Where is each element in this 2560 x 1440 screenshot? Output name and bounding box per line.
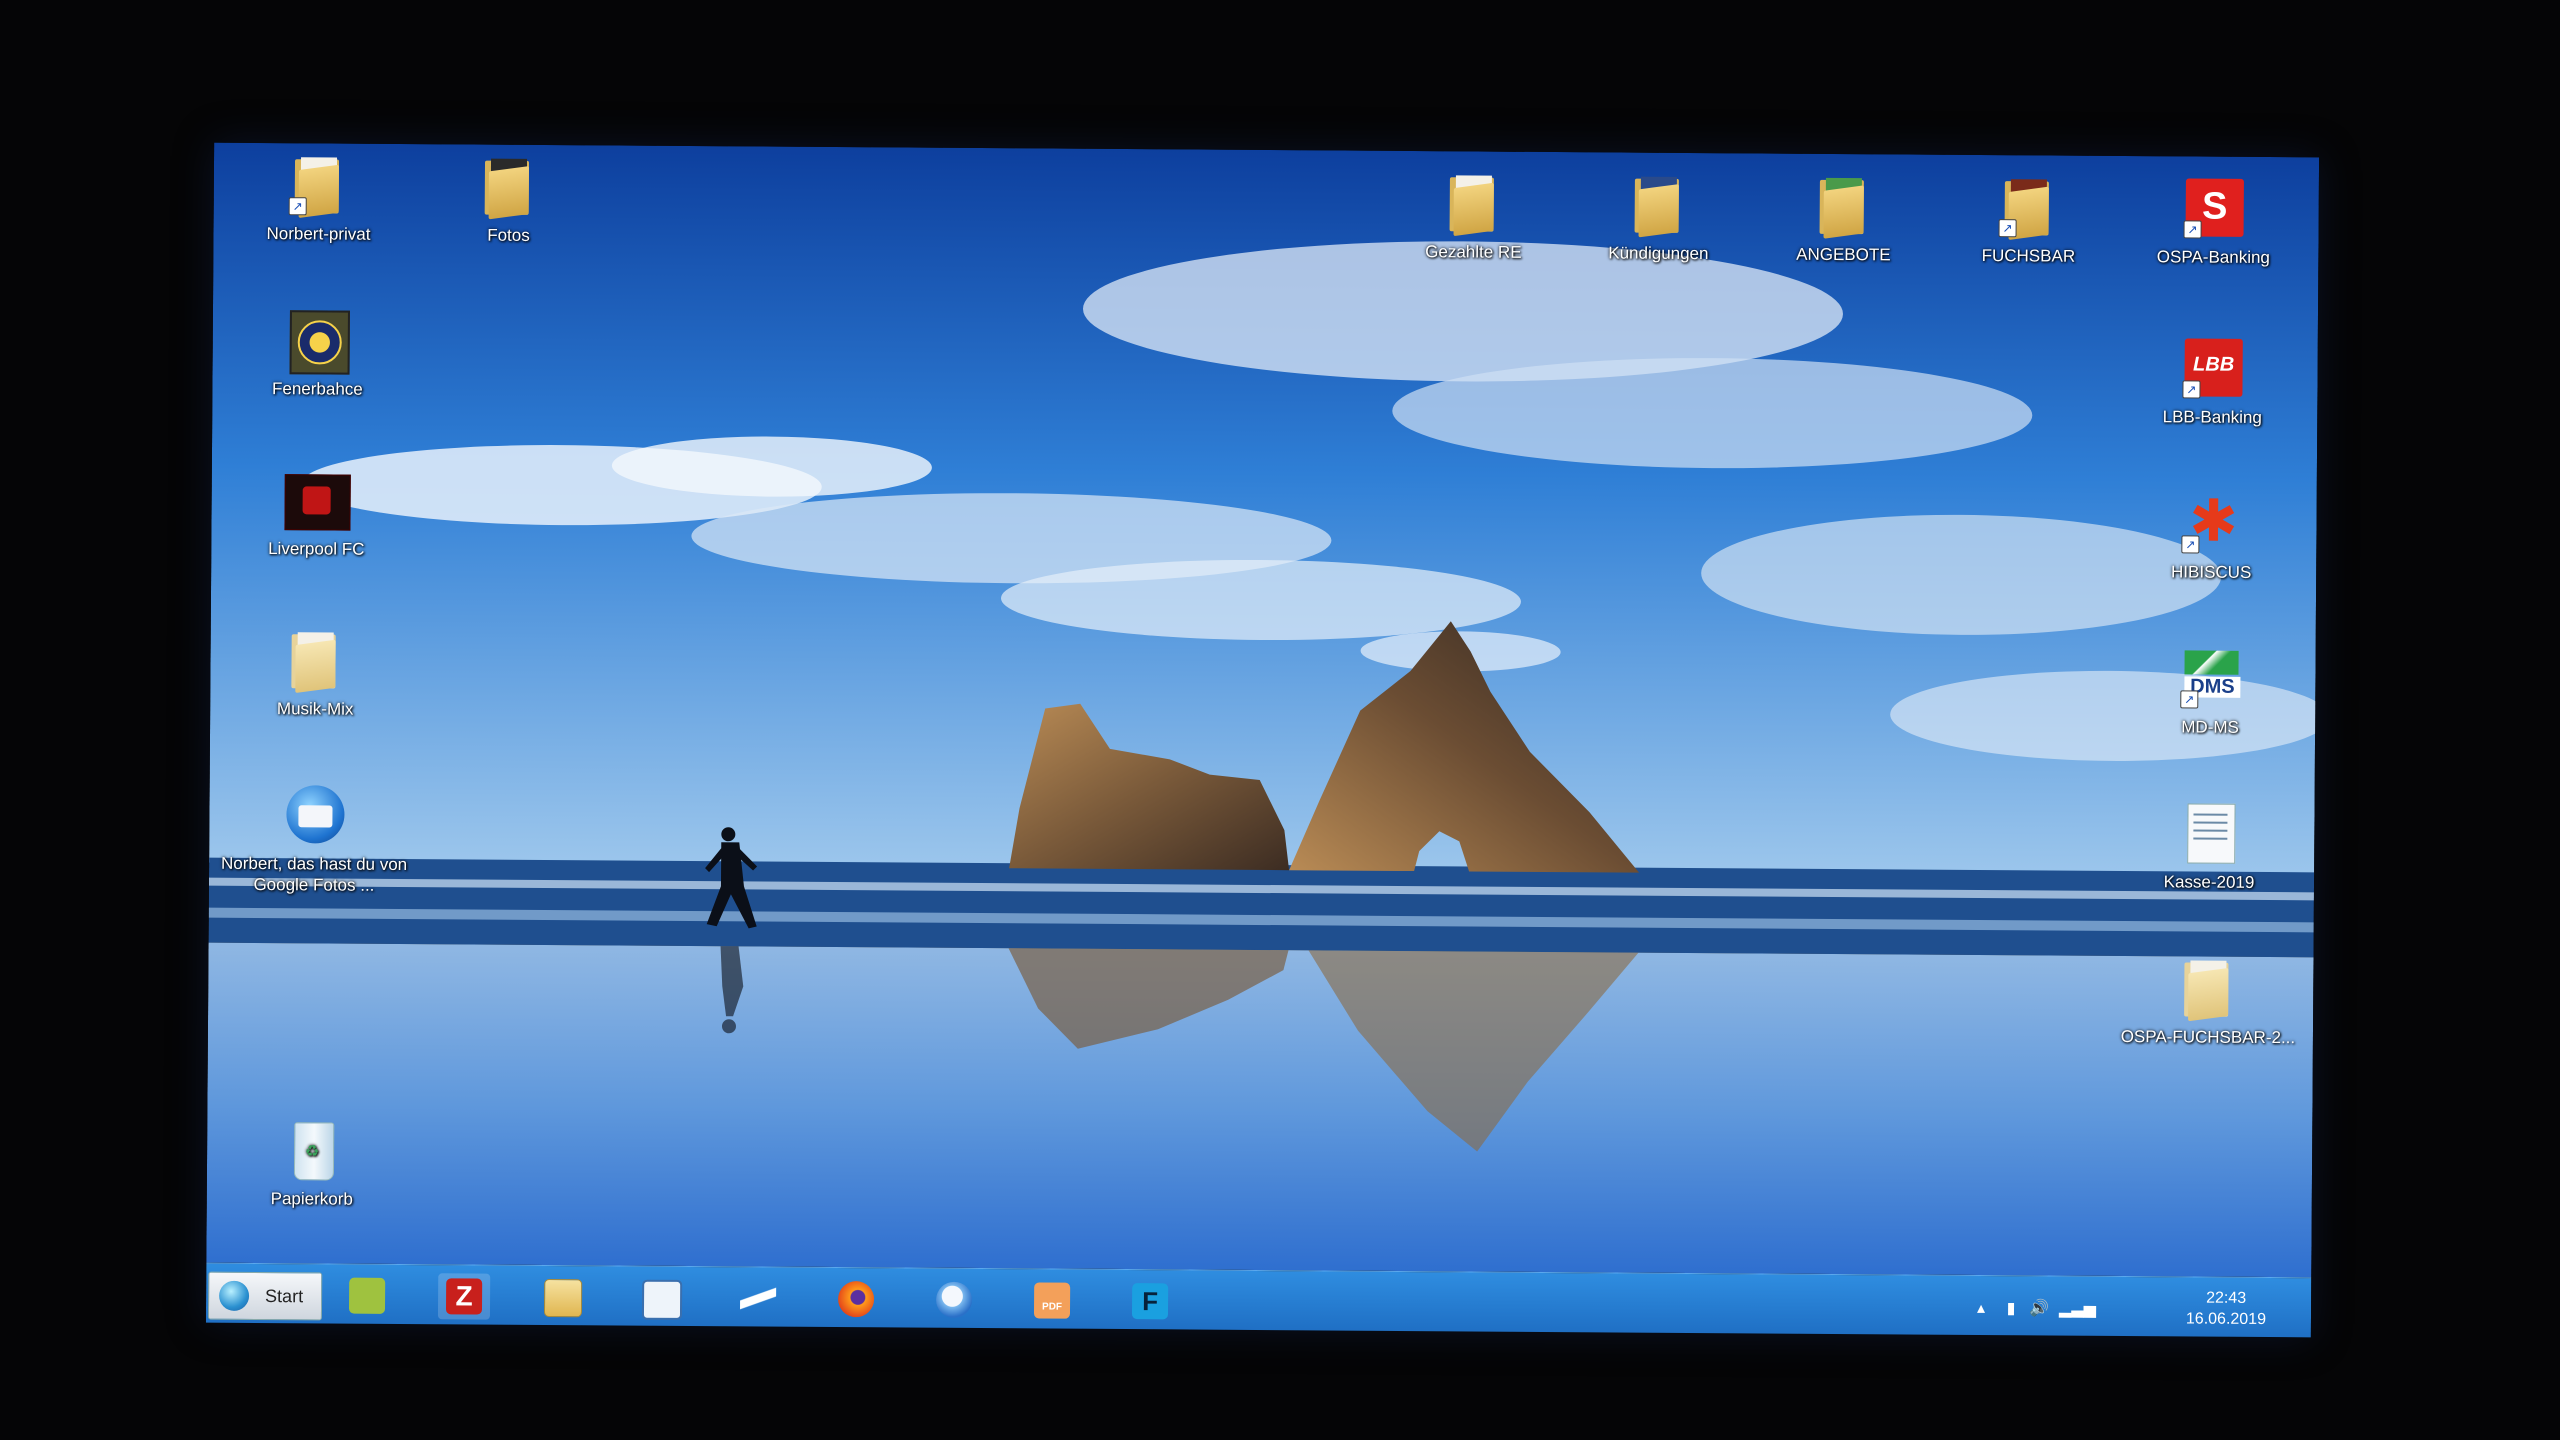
folder-icon: ↗ bbox=[287, 153, 351, 219]
desktop-icon-ospa-fuchsbar[interactable]: OSPA-FUCHSBAR-2... bbox=[2118, 956, 2299, 1048]
pdf-badge-text: PDF bbox=[1041, 1301, 1063, 1313]
desktop-icon-label: Norbert, das hast du von Google Fotos ..… bbox=[220, 853, 408, 895]
desktop-icon-fuchsbar[interactable]: ↗ FUCHSBAR bbox=[1953, 175, 2104, 267]
taskbar-app-filezilla[interactable]: Z bbox=[437, 1273, 491, 1320]
sparkasse-logo-icon: S ↗ bbox=[2182, 176, 2246, 240]
desktop-icon-label: Gezahlte RE bbox=[1425, 242, 1522, 262]
scanner-icon bbox=[739, 1280, 777, 1317]
clock-time: 22:43 bbox=[2206, 1289, 2247, 1307]
shortcut-arrow-icon: ↗ bbox=[1998, 219, 2017, 238]
start-button[interactable]: Start bbox=[207, 1271, 323, 1321]
taskbar-app-scanner[interactable] bbox=[732, 1275, 784, 1321]
folder-icon: ↗ bbox=[1997, 175, 2061, 241]
desktop-icon-label: Musik-Mix bbox=[276, 699, 354, 719]
desktop-icon-label: Kasse-2019 bbox=[2163, 872, 2255, 892]
recycle-bin-icon: ♻ bbox=[280, 1118, 344, 1182]
desktop-icon-fotos[interactable]: Fotos bbox=[433, 154, 584, 246]
desktop-icon-label: Fenerbahce bbox=[271, 379, 363, 399]
taskbar-app-pdf[interactable]: PDF bbox=[1026, 1277, 1078, 1323]
mail-icon bbox=[935, 1281, 973, 1318]
desktop-icon-label: Norbert-privat bbox=[266, 224, 371, 244]
shortcut-arrow-icon: ↗ bbox=[2183, 220, 2202, 239]
folder-icon bbox=[1627, 173, 1691, 238]
fenerbahce-logo-icon bbox=[286, 308, 350, 375]
desktop-icon-label: LBB-Banking bbox=[2162, 407, 2262, 427]
file-explorer-icon bbox=[543, 1278, 583, 1318]
desktop-icon-papierkorb[interactable]: ♻ Papierkorb bbox=[237, 1118, 388, 1210]
desktop-icon-label: OSPA-FUCHSBAR-2... bbox=[2120, 1026, 2296, 1048]
desktop-icon-label: Liverpool FC bbox=[268, 539, 365, 559]
wallpaper-landscape bbox=[206, 142, 2320, 1278]
shortcut-arrow-icon: ↗ bbox=[2181, 535, 2200, 554]
folder-icon bbox=[477, 155, 541, 220]
desktop-icon-label: HIBISCUS bbox=[2170, 562, 2252, 582]
clock[interactable]: 22:43 16.06.2019 bbox=[2171, 1287, 2281, 1330]
dms-logo-icon: DMS ↗ bbox=[2178, 646, 2242, 710]
desktop-icon-label: FUCHSBAR bbox=[1981, 246, 2076, 266]
taskbar-app-browser-window[interactable] bbox=[634, 1275, 686, 1321]
desktop-icon-kuendigungen[interactable]: Kündigungen bbox=[1583, 172, 1734, 264]
desktop-icon-angebote[interactable]: ANGEBOTE bbox=[1768, 174, 1919, 266]
desktop-icon-label: Fotos bbox=[487, 225, 530, 245]
desktop-icon-liverpool-fc[interactable]: Liverpool FC bbox=[241, 468, 392, 560]
desktop-icon-ospa-banking[interactable]: S ↗ OSPA-Banking bbox=[2138, 176, 2289, 268]
filezilla-icon: Z bbox=[445, 1278, 483, 1315]
desktop-screen: ↗ Norbert-privat Fotos Fenerbahce Liverp… bbox=[205, 142, 2320, 1338]
taskbar-app-explorer[interactable] bbox=[536, 1274, 588, 1320]
signal-bars-icon[interactable]: ▂▃▅ bbox=[2059, 1299, 2096, 1318]
system-tray: ▴ ▮ 🔊 ▂▃▅ 22:43 16.06.2019 bbox=[1971, 1284, 2281, 1332]
folder-icon bbox=[1442, 171, 1506, 237]
thunderbird-mail-icon bbox=[282, 783, 346, 847]
desktop-icon-musik-mix[interactable]: Musik-Mix bbox=[240, 628, 391, 720]
desktop-icon-label: MD-MS bbox=[2181, 717, 2239, 737]
browser-window-icon bbox=[641, 1279, 683, 1320]
desktop-icon-label: OSPA-Banking bbox=[2156, 247, 2270, 268]
firefox-icon bbox=[837, 1281, 875, 1318]
cloud-icon bbox=[348, 1277, 386, 1314]
fsecure-icon: F bbox=[1131, 1283, 1169, 1320]
desktop-icon-hibiscus[interactable]: ✱ ↗ HIBISCUS bbox=[2136, 488, 2287, 583]
desktop-icon-label: Kündigungen bbox=[1608, 243, 1709, 264]
network-device-icon[interactable]: ▮ bbox=[2001, 1298, 2021, 1317]
taskbar-app-cloud[interactable] bbox=[341, 1273, 393, 1319]
shortcut-arrow-icon: ↗ bbox=[288, 197, 307, 216]
hibiscus-flower-icon: ✱ ↗ bbox=[2179, 488, 2243, 555]
desktop-icon-norbert-privat[interactable]: ↗ Norbert-privat bbox=[243, 153, 394, 245]
clock-date: 16.06.2019 bbox=[2185, 1310, 2267, 1329]
folder-icon bbox=[283, 628, 347, 694]
desktop-icon-kasse-2019[interactable]: Kasse-2019 bbox=[2134, 801, 2285, 893]
lbb-logo-text: LBB bbox=[2193, 353, 2235, 376]
liverpool-logo-icon bbox=[284, 468, 351, 532]
desktop-icon-label: ANGEBOTE bbox=[1796, 244, 1891, 265]
desktop-icon-google-fotos-mail[interactable]: Norbert, das hast du von Google Fotos ..… bbox=[219, 783, 410, 896]
desktop-icon-fenerbahce[interactable]: Fenerbahce bbox=[242, 308, 393, 400]
desktop-icon-lbb-banking[interactable]: LBB ↗ LBB-Banking bbox=[2137, 336, 2288, 428]
folder-icon bbox=[1812, 174, 1876, 239]
taskbar-app-firefox[interactable] bbox=[830, 1276, 882, 1322]
spreadsheet-file-icon bbox=[2177, 801, 2241, 865]
start-orb-icon bbox=[218, 1280, 250, 1311]
taskbar-app-mail[interactable] bbox=[928, 1277, 980, 1323]
shortcut-arrow-icon: ↗ bbox=[2182, 380, 2201, 399]
folder-icon bbox=[2176, 956, 2240, 1022]
wallpaper bbox=[206, 142, 2320, 1278]
start-label: Start bbox=[265, 1286, 304, 1307]
desktop-icon-label: Papierkorb bbox=[270, 1189, 353, 1209]
shortcut-arrow-icon: ↗ bbox=[2180, 690, 2199, 709]
desktop-icon-gezahlte-re[interactable]: Gezahlte RE bbox=[1398, 171, 1549, 263]
lbb-logo-icon: LBB ↗ bbox=[2180, 336, 2244, 400]
taskbar-app-fsecure[interactable]: F bbox=[1124, 1278, 1176, 1324]
volume-icon[interactable]: 🔊 bbox=[2029, 1298, 2049, 1317]
show-hidden-icons-icon[interactable]: ▴ bbox=[1971, 1298, 1991, 1317]
desktop-icon-md-ms[interactable]: DMS ↗ MD-MS bbox=[2135, 646, 2286, 738]
